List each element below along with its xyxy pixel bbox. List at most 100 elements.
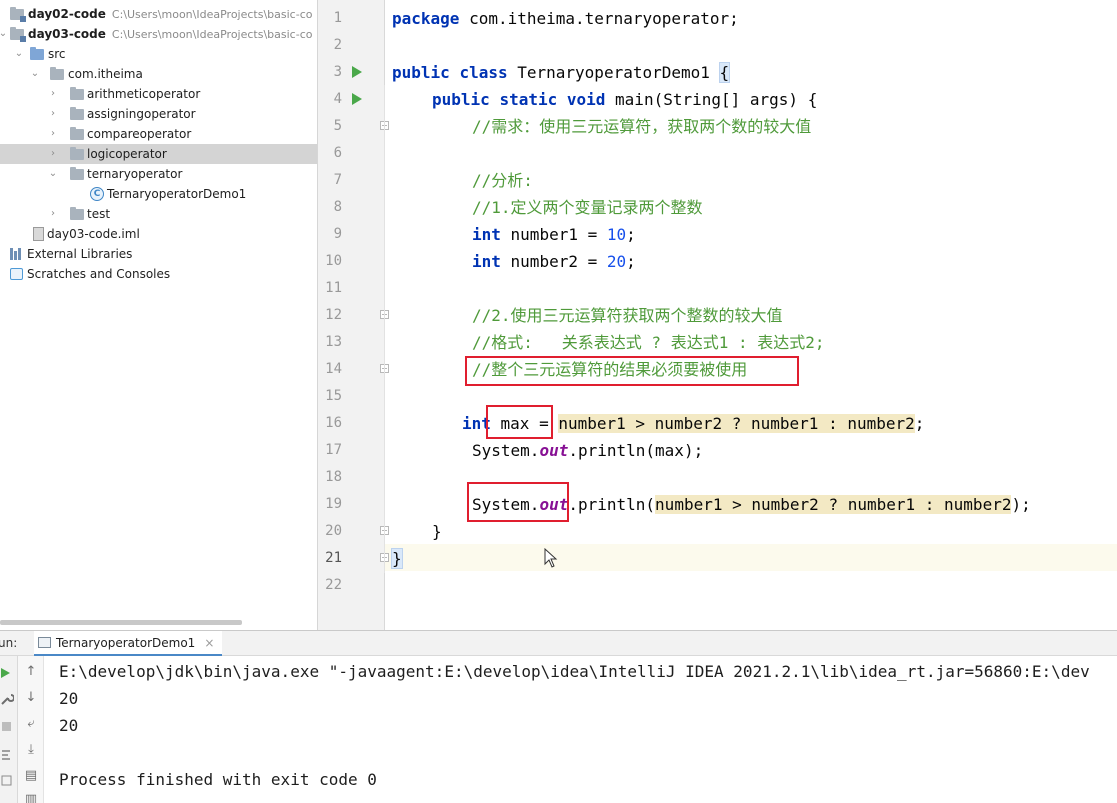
tree-row-scratches[interactable]: Scratches and Consoles <box>0 264 317 284</box>
code-text: number1 = <box>500 225 607 244</box>
number-literal: 10 <box>606 225 627 244</box>
highlighted-expression: number1 > number2 ? number1 : number2 <box>558 414 915 433</box>
tree-row-label: Scratches and Consoles <box>27 267 171 281</box>
code-line-13: //格式: 关系表达式 ? 表达式1 : 表达式2; <box>472 333 825 352</box>
rerun-icon[interactable] <box>0 666 14 680</box>
line-number: 13 <box>325 334 342 350</box>
number-literal: 20 <box>606 252 627 271</box>
keyword: class <box>459 63 508 82</box>
package-folder-icon <box>70 167 84 181</box>
chevron-right-icon[interactable]: › <box>48 87 58 101</box>
source-folder-icon <box>30 47 44 61</box>
soft-wrap-icon[interactable]: ⤶ <box>23 716 39 732</box>
chevron-down-icon[interactable]: ⌄ <box>0 27 8 41</box>
highlighted-expression: number1 > number2 ? number1 : number2 <box>655 495 1012 514</box>
print-icon[interactable]: ▤ <box>23 768 39 784</box>
tree-row-compareoperator[interactable]: › compareoperator <box>0 124 317 144</box>
chevron-right-icon[interactable]: › <box>48 127 58 141</box>
line-number: 7 <box>333 172 342 188</box>
trash-icon[interactable]: ▥ <box>23 792 39 803</box>
keyword: void <box>566 90 606 109</box>
tree-row-test[interactable]: › test <box>0 204 317 224</box>
code-line-9: int number1 = 10; <box>472 221 636 248</box>
line-number: 6 <box>333 145 342 161</box>
line-number: 12 <box>325 307 342 323</box>
line-number: 15 <box>325 388 342 404</box>
tree-row-label: day03-code <box>28 27 106 41</box>
restore-layout-icon[interactable] <box>0 748 14 762</box>
package-folder-icon <box>70 207 84 221</box>
stop-icon[interactable] <box>0 720 14 734</box>
line-number: 2 <box>333 37 342 53</box>
tree-row-day03-code[interactable]: ⌄ day03-code C:\Users\moon\IdeaProjects\b… <box>0 24 317 44</box>
tree-row-ternaryoperator[interactable]: ⌄ ternaryoperator <box>0 164 317 184</box>
tree-horizontal-scrollbar[interactable] <box>0 620 242 625</box>
module-folder-icon <box>10 27 26 42</box>
mouse-cursor-icon <box>544 548 558 568</box>
tree-row-day03-code-iml[interactable]: day03-code.iml <box>0 224 317 244</box>
matched-brace: { <box>718 62 731 83</box>
tree-row-day02-code[interactable]: day02-code C:\Users\moon\IdeaProjects\bas… <box>0 4 317 24</box>
code-line-12: //2.使用三元运算符获取两个整数的较大值 <box>472 306 783 325</box>
iml-file-icon <box>32 227 46 241</box>
tab-close-button[interactable]: × <box>204 636 214 650</box>
line-number: 21 <box>325 550 342 566</box>
tab-run-configuration[interactable]: TernaryoperatorDemo1 × <box>34 631 223 657</box>
line-number: 9 <box>333 226 342 242</box>
scratches-icon <box>10 267 24 281</box>
code-line-4: public static void main(String[] args) { <box>432 86 817 113</box>
code-text: .println( <box>568 495 656 514</box>
tree-row-label: logicoperator <box>87 147 167 161</box>
tree-row-src[interactable]: ⌄ src <box>0 44 317 64</box>
tree-row-com-itheima[interactable]: ⌄ com.itheima <box>0 64 317 84</box>
run-panel-label: un: <box>0 636 18 650</box>
line-number: 5 <box>333 118 342 134</box>
code-line-21: } <box>391 545 403 572</box>
chevron-right-icon[interactable]: › <box>48 207 58 221</box>
module-folder-icon <box>10 7 26 22</box>
code-line-20: } <box>432 522 442 541</box>
tree-row-label: compareoperator <box>87 127 192 141</box>
code-line-17: System.out.println(max); <box>472 437 703 464</box>
code-text: number2 = <box>500 252 607 271</box>
class-scope-line <box>384 85 385 573</box>
chevron-down-icon[interactable]: ⌄ <box>48 167 58 181</box>
run-main-icon[interactable] <box>352 93 362 105</box>
chevron-right-icon[interactable]: › <box>48 107 58 121</box>
scroll-to-end-icon[interactable]: ⤓ <box>23 742 39 758</box>
annotation-box <box>467 482 569 522</box>
code-text: ; <box>626 225 636 244</box>
run-class-icon[interactable] <box>352 66 362 78</box>
tree-row-assigningoperator[interactable]: › assigningoperator <box>0 104 317 124</box>
code-text: .println(max); <box>568 441 704 460</box>
tree-row-arithmeticoperator[interactable]: › arithmeticoperator <box>0 84 317 104</box>
console-toolbar: ↑ ↓ ⤶ ⤓ ▤ ▥ <box>18 656 44 803</box>
line-number: 3 <box>333 64 342 80</box>
line-number: 10 <box>325 253 342 269</box>
arrow-down-icon[interactable]: ↓ <box>23 690 39 706</box>
code-text: ); <box>1011 495 1031 514</box>
tree-row-label: day02-code <box>28 7 106 21</box>
line-number: 18 <box>325 469 342 485</box>
console-line: Process finished with exit code 0 <box>59 770 377 789</box>
tab-label: TernaryoperatorDemo1 <box>56 636 196 650</box>
code-editor[interactable]: 1 2 3 4 5 6 7 8 9 10 11 12 13 14 15 16 1… <box>318 0 1117 630</box>
package-folder-icon <box>70 147 84 161</box>
arrow-up-icon[interactable]: ↑ <box>23 664 39 680</box>
chevron-right-icon[interactable]: › <box>48 147 58 161</box>
chevron-down-icon[interactable]: ⌄ <box>14 47 24 61</box>
tree-row-ternaryoperatordemo1[interactable]: C TernaryoperatorDemo1 <box>0 184 317 204</box>
pin-icon[interactable] <box>0 774 14 788</box>
console-output[interactable]: E:\develop\jdk\bin\java.exe "-javaagent:… <box>44 656 1117 803</box>
tree-row-logicoperator[interactable]: › logicoperator <box>0 144 317 164</box>
tree-row-label: test <box>87 207 111 221</box>
code-text: System. <box>472 441 540 460</box>
wrench-icon[interactable] <box>0 692 14 706</box>
keyword: int <box>472 225 501 244</box>
line-number: 4 <box>333 91 342 107</box>
line-number: 16 <box>325 415 342 431</box>
tree-row-external-libraries[interactable]: External Libraries <box>0 244 317 264</box>
chevron-down-icon[interactable]: ⌄ <box>30 67 40 81</box>
code-line-8: //1.定义两个变量记录两个整数 <box>472 198 703 217</box>
code-line-7: //分析: <box>472 171 533 190</box>
